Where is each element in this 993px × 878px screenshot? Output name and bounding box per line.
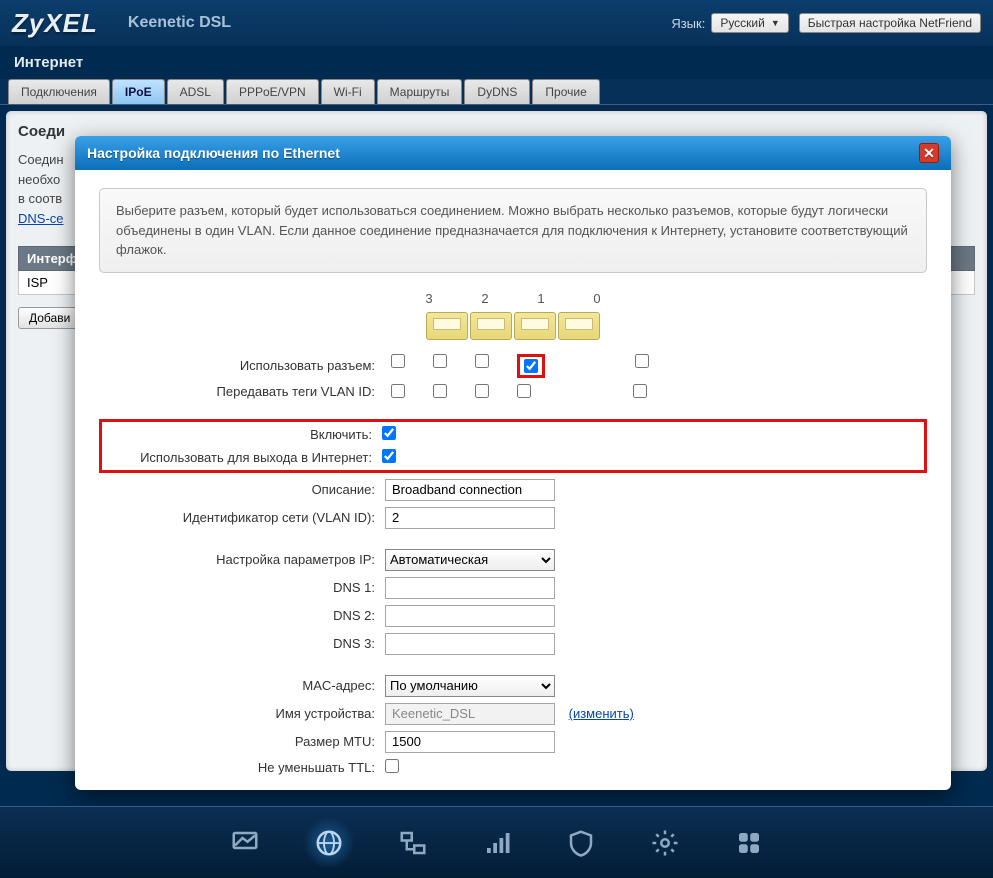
label-description: Описание: [99, 482, 379, 497]
bottom-dock [0, 806, 993, 878]
dock-network[interactable] [385, 819, 441, 867]
port-icons [99, 312, 927, 340]
globe-icon [314, 828, 344, 858]
settings-icon [650, 828, 680, 858]
bg-link-dns[interactable]: DNS-се [18, 211, 64, 226]
label-ip-settings: Настройка параметров IP: [99, 552, 379, 567]
brand-logo: ZyXEL [12, 8, 98, 39]
label-vlan-tag: Передавать теги VLAN ID: [99, 384, 379, 399]
bg-add-button[interactable]: Добави [18, 307, 81, 329]
model-name: Keenetic DSL [128, 14, 231, 32]
tab-ipoe[interactable]: IPoE [112, 79, 165, 104]
change-device-name-link[interactable]: (изменить) [569, 706, 634, 721]
network-icon [398, 828, 428, 858]
tab-adsl[interactable]: ADSL [167, 79, 224, 104]
port-label-0: 0 [576, 291, 618, 306]
language-label: Язык: [671, 16, 705, 31]
dock-apps[interactable] [721, 819, 777, 867]
monitor-icon [230, 828, 260, 858]
highlight-port-0 [517, 354, 545, 378]
label-use-internet: Использовать для выхода в Интернет: [108, 450, 376, 465]
tab-routes[interactable]: Маршруты [377, 79, 463, 104]
use-port-0-checkbox[interactable] [524, 359, 538, 373]
tab-other[interactable]: Прочие [532, 79, 599, 104]
vlan-tag-extra-checkbox[interactable] [633, 384, 647, 398]
form: Использовать разъем: Передавать теги VLA… [99, 354, 927, 776]
modal-title: Настройка подключения по Ethernet [87, 145, 340, 161]
ethernet-config-modal: Настройка подключения по Ethernet ✕ Выбе… [75, 136, 951, 790]
close-button[interactable]: ✕ [919, 143, 939, 163]
port-labels: 3 2 1 0 [99, 291, 927, 306]
device-name-input [385, 703, 555, 725]
ethernet-port-icon [558, 312, 600, 340]
label-dns2: DNS 2: [99, 608, 379, 623]
dock-settings[interactable] [637, 819, 693, 867]
close-icon: ✕ [923, 145, 935, 162]
language-value: Русский [720, 16, 765, 30]
tab-connections[interactable]: Подключения [8, 79, 110, 104]
dock-wifi[interactable] [469, 819, 525, 867]
label-mtu: Размер MTU: [99, 734, 379, 749]
ttl-checkbox[interactable] [385, 759, 399, 773]
dns1-input[interactable] [385, 577, 555, 599]
highlight-enable-block: Включить: Использовать для выхода в Инте… [99, 419, 927, 473]
vlan-tag-0-checkbox[interactable] [517, 384, 531, 398]
signal-icon [482, 828, 512, 858]
ip-settings-select[interactable]: Автоматическая [385, 549, 555, 571]
port-label-1: 1 [520, 291, 562, 306]
vlan-tag-3-checkbox[interactable] [391, 384, 405, 398]
info-text: Выберите разъем, который будет использов… [99, 188, 927, 273]
ethernet-port-icon [426, 312, 468, 340]
dns3-input[interactable] [385, 633, 555, 655]
label-dns1: DNS 1: [99, 580, 379, 595]
description-input[interactable] [385, 479, 555, 501]
enable-checkbox[interactable] [382, 426, 396, 440]
dock-firewall[interactable] [553, 819, 609, 867]
tab-pppoe-vpn[interactable]: PPPoE/VPN [226, 79, 319, 104]
mtu-input[interactable] [385, 731, 555, 753]
vlan-tag-2-checkbox[interactable] [433, 384, 447, 398]
use-internet-checkbox[interactable] [382, 449, 396, 463]
section-title: Интернет [0, 46, 993, 79]
language-select[interactable]: Русский ▼ [711, 13, 788, 33]
bg-text-2: необхо [18, 172, 60, 187]
modal-body: Выберите разъем, который будет использов… [75, 170, 951, 790]
port-label-3: 3 [408, 291, 450, 306]
use-port-3-checkbox[interactable] [391, 354, 405, 368]
dock-internet[interactable] [301, 819, 357, 867]
label-dns3: DNS 3: [99, 636, 379, 651]
top-bar: ZyXEL Keenetic DSL Язык: Русский ▼ Быстр… [0, 0, 993, 46]
label-use-port: Использовать разъем: [99, 358, 379, 373]
dock-monitor[interactable] [217, 819, 273, 867]
port-label-2: 2 [464, 291, 506, 306]
ethernet-port-icon [470, 312, 512, 340]
tab-wifi[interactable]: Wi-Fi [321, 79, 375, 104]
ethernet-port-icon [514, 312, 556, 340]
bg-text-3: в соотв [18, 191, 62, 206]
label-enable: Включить: [108, 427, 376, 442]
chevron-down-icon: ▼ [771, 18, 780, 28]
tab-dydns[interactable]: DyDNS [464, 79, 530, 104]
label-mac: MAC-адрес: [99, 678, 379, 693]
quick-setup-button[interactable]: Быстрая настройка NetFriend [799, 13, 981, 33]
use-port-1-checkbox[interactable] [475, 354, 489, 368]
vlan-tag-1-checkbox[interactable] [475, 384, 489, 398]
tab-bar: Подключения IPoE ADSL PPPoE/VPN Wi-Fi Ма… [0, 79, 993, 105]
label-vlan-id: Идентификатор сети (VLAN ID): [99, 510, 379, 525]
dns2-input[interactable] [385, 605, 555, 627]
label-ttl: Не уменьшать TTL: [99, 760, 379, 775]
bg-text-1: Соедин [18, 152, 64, 167]
mac-select[interactable]: По умолчанию [385, 675, 555, 697]
use-port-2-checkbox[interactable] [433, 354, 447, 368]
firewall-icon [566, 828, 596, 858]
vlan-id-input[interactable] [385, 507, 555, 529]
label-device-name: Имя устройства: [99, 706, 379, 721]
modal-titlebar: Настройка подключения по Ethernet ✕ [75, 136, 951, 170]
use-port-extra-checkbox[interactable] [635, 354, 649, 368]
apps-icon [734, 828, 764, 858]
